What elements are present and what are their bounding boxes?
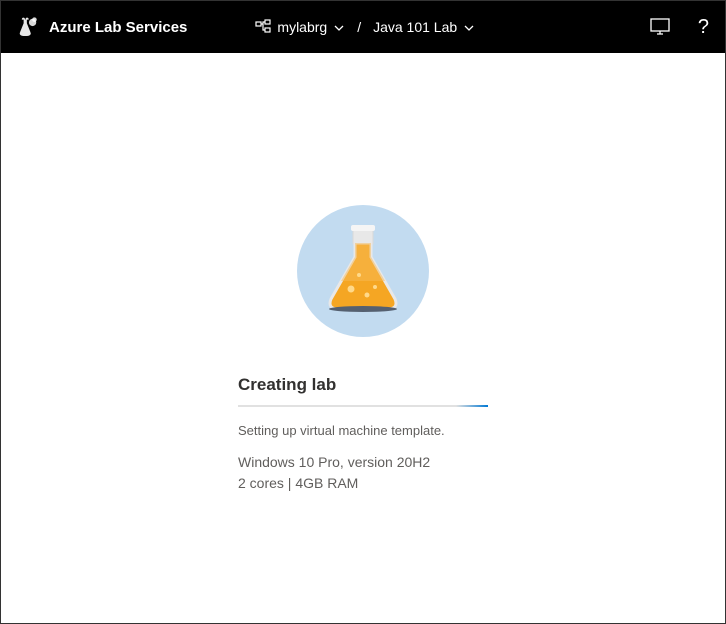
chevron-down-icon [463, 21, 475, 33]
logo-section[interactable]: Azure Lab Services [17, 16, 187, 38]
status-section: Creating lab Setting up virtual machine … [238, 375, 488, 494]
azure-lab-logo-icon [17, 16, 39, 38]
status-message: Setting up virtual machine template. [238, 423, 488, 438]
top-header: Azure Lab Services mylabrg / Java 101 La… [1, 1, 725, 53]
flask-illustration [297, 205, 429, 337]
hw-spec: 2 cores | 4GB RAM [238, 473, 488, 494]
breadcrumb-separator: / [357, 19, 361, 35]
app-title: Azure Lab Services [49, 19, 187, 36]
main-content: Creating lab Setting up virtual machine … [1, 53, 725, 494]
progress-bar [238, 405, 488, 407]
breadcrumb-lab[interactable]: Java 101 Lab [373, 19, 475, 35]
lab-name-label: Java 101 Lab [373, 19, 457, 35]
breadcrumb: mylabrg / Java 101 Lab [255, 19, 475, 35]
virtual-machines-icon[interactable] [650, 18, 670, 36]
status-title: Creating lab [238, 375, 488, 395]
breadcrumb-resource-group[interactable]: mylabrg [255, 19, 345, 35]
header-actions: ? [650, 16, 709, 39]
chevron-down-icon [333, 21, 345, 33]
os-spec: Windows 10 Pro, version 20H2 [238, 452, 488, 473]
help-icon[interactable]: ? [698, 16, 709, 39]
resource-group-label: mylabrg [277, 19, 327, 35]
progress-fill [456, 405, 488, 407]
org-icon [255, 19, 271, 35]
